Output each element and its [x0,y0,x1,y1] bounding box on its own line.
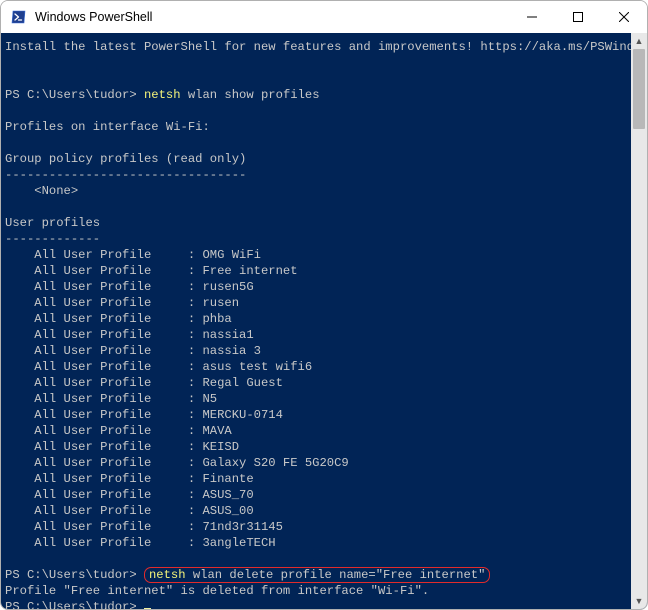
window-title: Windows PowerShell [35,10,509,24]
cursor [144,608,151,609]
powershell-window: Windows PowerShell Install the latest Po… [0,0,648,610]
profile-row: All User Profile : N5 [5,391,627,407]
terminal-area: Install the latest PowerShell for new fe… [1,33,647,609]
profile-row: All User Profile : Free internet [5,263,627,279]
profile-row: All User Profile : nassia 3 [5,343,627,359]
maximize-button[interactable] [555,1,601,33]
command-line: PS C:\Users\tudor> netsh wlan show profi… [5,87,627,103]
profile-row: All User Profile : ASUS_00 [5,503,627,519]
scrollbar-track[interactable] [631,49,647,593]
prompt-line: PS C:\Users\tudor> [5,599,627,609]
window-controls [509,1,647,33]
profile-row: All User Profile : KEISD [5,439,627,455]
vertical-scrollbar[interactable]: ▲ ▼ [631,33,647,609]
profile-row: All User Profile : ASUS_70 [5,487,627,503]
scrollbar-thumb[interactable] [633,49,645,129]
blank [5,135,627,151]
close-button[interactable] [601,1,647,33]
profile-row: All User Profile : rusen5G [5,279,627,295]
command-keyword: netsh [149,568,186,582]
command-line: PS C:\Users\tudor> netsh wlan delete pro… [5,567,627,583]
profile-row: All User Profile : Galaxy S20 FE 5G20C9 [5,455,627,471]
profile-row: All User Profile : 3angleTECH [5,535,627,551]
profile-row: All User Profile : nassia1 [5,327,627,343]
result-line: Profile "Free internet" is deleted from … [5,583,627,599]
gpp-rule: --------------------------------- [5,167,627,183]
minimize-button[interactable] [509,1,555,33]
section-header: Profiles on interface Wi-Fi: [5,119,627,135]
blank [5,71,627,87]
scroll-down-button[interactable]: ▼ [631,593,647,609]
terminal-output[interactable]: Install the latest PowerShell for new fe… [1,33,631,609]
profile-row: All User Profile : Finante [5,471,627,487]
profile-row: All User Profile : phba [5,311,627,327]
gpp-none: <None> [5,183,627,199]
profile-row: All User Profile : rusen [5,295,627,311]
scroll-up-button[interactable]: ▲ [631,33,647,49]
banner-line: Install the latest PowerShell for new fe… [5,39,627,55]
profile-row: All User Profile : MAVA [5,423,627,439]
profile-row: All User Profile : MERCKU-0714 [5,407,627,423]
command-keyword: netsh [144,88,181,102]
profile-row: All User Profile : Regal Guest [5,375,627,391]
gpp-header: Group policy profiles (read only) [5,151,627,167]
profile-row: All User Profile : OMG WiFi [5,247,627,263]
titlebar[interactable]: Windows PowerShell [1,1,647,33]
highlighted-command: netsh wlan delete profile name="Free int… [144,567,490,583]
profile-row: All User Profile : asus test wifi6 [5,359,627,375]
blank [5,551,627,567]
user-profiles-header: User profiles [5,215,627,231]
user-profiles-rule: ------------- [5,231,627,247]
blank [5,103,627,119]
blank [5,55,627,71]
powershell-icon [11,9,27,25]
profile-row: All User Profile : 71nd3r31145 [5,519,627,535]
blank [5,199,627,215]
